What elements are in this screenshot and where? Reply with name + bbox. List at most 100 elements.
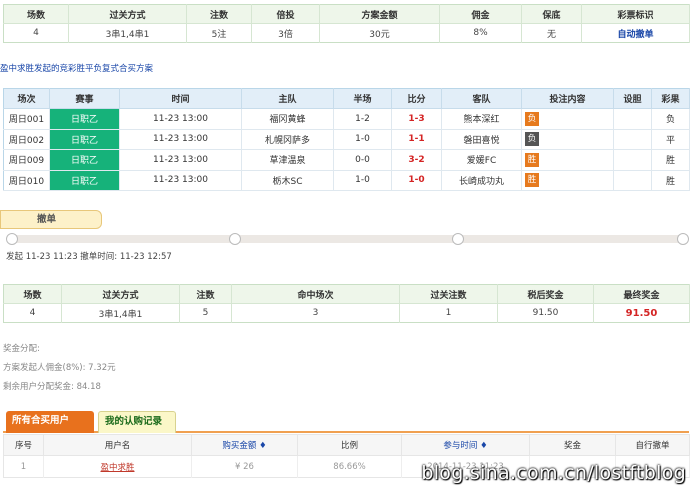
summary-cell: 30元 (319, 23, 440, 43)
league-badge[interactable]: 日职乙 (49, 149, 120, 171)
result-header: 命中场次 (231, 284, 400, 304)
buyer-username-link[interactable]: 盈中求胜 (43, 455, 192, 478)
match-id: 周日009 (3, 149, 50, 171)
ticket-flag-cell: 自动撤单 (581, 23, 690, 43)
result-cell: 3 (231, 303, 400, 323)
match-result: 平 (651, 129, 690, 150)
summary-header: 彩票标识 (581, 4, 690, 24)
tab-my-records[interactable]: 我的认购记录 (98, 411, 176, 433)
away-team[interactable]: 长崎成功丸 (441, 170, 522, 191)
pick-cell: 胜 (521, 149, 614, 171)
prize-remaining: 剩余用户分配奖金: 84.18 (3, 382, 101, 392)
progress-track (8, 235, 688, 243)
away-team[interactable]: 爱媛FC (441, 149, 522, 171)
banker-cell (613, 129, 652, 150)
sort-time-header[interactable]: 参与时间 ♦ (401, 434, 530, 456)
matches-header: 投注内容 (521, 88, 614, 109)
summary-cell: 8% (439, 23, 522, 43)
result-cell: 4 (3, 303, 62, 323)
result-header: 场数 (3, 284, 62, 304)
banker-cell (613, 108, 652, 130)
result-cell: 1 (399, 303, 498, 323)
summary-header: 倍投 (251, 4, 320, 24)
league-badge[interactable]: 日职乙 (49, 129, 120, 150)
buyers-tab-bar: 所有合买用户 我的认购记录 (3, 411, 689, 433)
summary-header: 方案金额 (319, 4, 440, 24)
result-row: 4 3串1,4串1 5 3 1 91.50 91.50 (3, 303, 690, 323)
watermark: blog.sina.com.cn/lostftblog (421, 462, 686, 484)
buyers-header: 序号 (3, 434, 44, 456)
full-score: 1-1 (391, 129, 442, 150)
matches-header-row: 场次 赛事 时间 主队 半场 比分 客队 投注内容 设胆 彩果 (3, 88, 690, 109)
matches-table: 场次 赛事 时间 主队 半场 比分 客队 投注内容 设胆 彩果 周日001 日职… (3, 88, 690, 191)
progress-step-dot (6, 233, 18, 245)
prize-title: 奖金分配: (3, 344, 40, 354)
league-badge[interactable]: 日职乙 (49, 108, 120, 130)
match-result: 胜 (651, 149, 690, 171)
matches-header: 设胆 (613, 88, 652, 109)
pick-badge: 胜 (525, 152, 539, 167)
sort-amount-header[interactable]: 购买金额 ♦ (191, 434, 298, 456)
summary-row: 4 3串1,4串1 5注 3倍 30元 8% 无 自动撤单 (3, 23, 690, 43)
buyers-header: 用户名 (43, 434, 192, 456)
buyer-ratio: 86.66% (297, 455, 402, 478)
progress-step-dot (229, 233, 241, 245)
tab-all-buyers[interactable]: 所有合买用户 (6, 411, 94, 433)
away-team[interactable]: 熊本深红 (441, 108, 522, 130)
summary-cell: 3串1,4串1 (68, 23, 187, 43)
pick-badge: 负 (525, 111, 539, 126)
buyer-no: 1 (3, 455, 44, 478)
matches-header: 彩果 (651, 88, 690, 109)
section-title: 盈中求胜发起的竞彩胜平负复式合买方案 (0, 64, 154, 74)
progress-timestamps: 发起 11-23 11:23 撤单时间: 11-23 12:57 (6, 252, 172, 262)
buyers-header: 自行撤单 (615, 434, 690, 456)
half-score: 1-0 (333, 129, 392, 150)
league-badge[interactable]: 日职乙 (49, 170, 120, 191)
result-header: 过关方式 (61, 284, 180, 304)
matches-header: 主队 (241, 88, 334, 109)
match-id: 周日002 (3, 129, 50, 150)
match-id: 周日001 (3, 108, 50, 130)
summary-header: 保底 (521, 4, 582, 24)
home-team[interactable]: 札幌冈萨多 (241, 129, 334, 150)
buyers-header: 比例 (297, 434, 402, 456)
banker-cell (613, 149, 652, 171)
summary-header: 注数 (186, 4, 252, 24)
half-score: 1-0 (333, 170, 392, 191)
match-result: 负 (651, 108, 690, 130)
match-time: 11-23 13:00 (119, 108, 242, 130)
result-table: 场数 过关方式 注数 命中场次 过关注数 税后奖金 最终奖金 4 3串1,4串1… (3, 284, 690, 323)
match-row: 周日002 日职乙 11-23 13:00 札幌冈萨多 1-0 1-1 磐田喜悦… (3, 129, 690, 150)
plan-summary-table: 场数 过关方式 注数 倍投 方案金额 佣金 保底 彩票标识 4 3串1,4串1 … (3, 4, 690, 43)
stage-badge: 撤单 (0, 210, 102, 229)
pick-badge: 胜 (525, 173, 539, 188)
match-row: 周日009 日职乙 11-23 13:00 草津温泉 0-0 3-2 爱媛FC … (3, 149, 690, 171)
matches-header: 半场 (333, 88, 392, 109)
full-score: 3-2 (391, 149, 442, 171)
pick-cell: 胜 (521, 170, 614, 191)
result-header: 最终奖金 (593, 284, 690, 304)
buyers-header: 奖金 (529, 434, 616, 456)
home-team[interactable]: 福冈黄蜂 (241, 108, 334, 130)
progress-step-dot (452, 233, 464, 245)
prize-commission: 方案发起人佣金(8%): 7.32元 (3, 363, 116, 373)
summary-header: 佣金 (439, 4, 522, 24)
home-team[interactable]: 草津温泉 (241, 149, 334, 171)
result-cell: 3串1,4串1 (61, 303, 180, 323)
summary-header: 场数 (3, 4, 69, 24)
home-team[interactable]: 栃木SC (241, 170, 334, 191)
full-score: 1-3 (391, 108, 442, 130)
pick-cell: 负 (521, 108, 614, 130)
progress-step-dot (677, 233, 689, 245)
result-header: 注数 (179, 284, 232, 304)
matches-header: 比分 (391, 88, 442, 109)
away-team[interactable]: 磐田喜悦 (441, 129, 522, 150)
summary-header: 过关方式 (68, 4, 187, 24)
sort-icon: ♦ (259, 441, 267, 451)
result-cell: 5 (179, 303, 232, 323)
half-score: 1-2 (333, 108, 392, 130)
summary-header-row: 场数 过关方式 注数 倍投 方案金额 佣金 保底 彩票标识 (3, 4, 690, 24)
summary-cell: 3倍 (251, 23, 320, 43)
match-row: 周日001 日职乙 11-23 13:00 福冈黄蜂 1-2 1-3 熊本深红 … (3, 108, 690, 130)
match-time: 11-23 13:00 (119, 170, 242, 191)
